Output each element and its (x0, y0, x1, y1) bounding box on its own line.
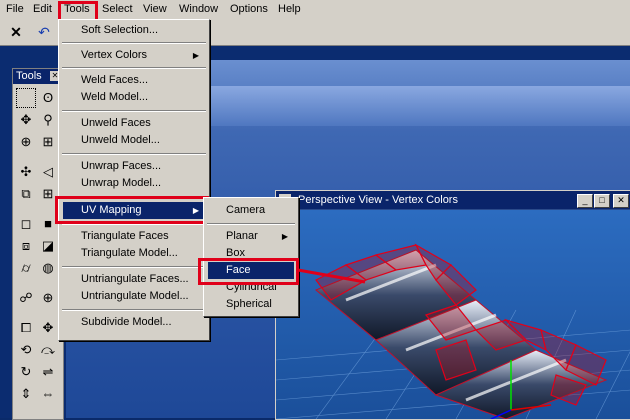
menu-view[interactable]: View (141, 2, 169, 17)
menu-separator (62, 67, 206, 69)
menu-help[interactable]: Help (276, 2, 303, 17)
submenu-item-spherical[interactable]: Spherical (208, 296, 294, 313)
menu-item-label: Unweld Model... (81, 134, 160, 146)
flip-icon[interactable]: ⇌ (38, 362, 58, 382)
menu-options[interactable]: Options (228, 2, 270, 17)
rect-select-icon[interactable] (16, 88, 36, 108)
sphere-icon[interactable]: ◍ (38, 258, 58, 278)
zoom-extents-icon[interactable]: ⊞ (38, 132, 58, 152)
submenu-arrow-icon: ▶ (192, 51, 199, 60)
menu-item-label: Unwrap Faces... (81, 160, 162, 172)
globe-icon[interactable]: ⊕ (38, 288, 58, 308)
undo-icon[interactable]: ↶ (34, 22, 54, 42)
menu-separator (62, 110, 206, 112)
menu-item-label: Unweld Faces (81, 117, 151, 129)
menu-item-unweld-faces[interactable]: Unweld Faces (63, 115, 205, 132)
menu-item-triangulate-faces[interactable]: Triangulate Faces (63, 228, 205, 245)
wedge-icon[interactable]: ◪ (38, 236, 58, 256)
perspective-view-title: Perspective View - Vertex Colors (298, 194, 458, 206)
lasso-icon[interactable]: ʘ (38, 88, 58, 108)
delete-icon[interactable]: ✕ (6, 22, 26, 42)
menu-window[interactable]: Window (177, 2, 220, 17)
cylinder-icon[interactable]: ⌭ (16, 258, 36, 278)
uv-mapping-highlight (55, 196, 209, 224)
vertex-icon[interactable]: ✣ (16, 162, 36, 182)
menu-file[interactable]: File (4, 2, 26, 17)
menu-separator (207, 223, 295, 225)
link-icon[interactable]: ☍ (16, 288, 36, 308)
mesh-render (276, 210, 630, 419)
menu-separator (62, 309, 206, 311)
menu-item-weld-faces[interactable]: Weld Faces... (63, 72, 205, 89)
menu-item-vertex-colors[interactable]: Vertex Colors ▶ (63, 47, 205, 64)
callout-line (297, 268, 366, 284)
face-item-highlight (198, 258, 299, 285)
menu-item-label: Camera (226, 204, 266, 216)
menu-item-triangulate-model[interactable]: Triangulate Model... (63, 245, 205, 262)
bend-icon[interactable]: ⤼ (38, 340, 58, 360)
rotate-icon[interactable]: ⟲ (16, 340, 36, 360)
menu-item-weld-model[interactable]: Weld Model... (63, 89, 205, 106)
menu-item-label: Triangulate Faces (81, 230, 169, 242)
submenu-arrow-icon: ▶ (281, 232, 288, 241)
menu-item-untriangulate-model[interactable]: Untriangulate Model... (63, 288, 205, 305)
zoom-icon[interactable]: ⚲ (38, 110, 58, 130)
maximize-button[interactable]: □ (594, 194, 610, 208)
menu-select[interactable]: Select (100, 2, 135, 17)
menu-item-label: Untriangulate Faces... (81, 273, 189, 285)
menu-item-label: Untriangulate Model... (81, 290, 189, 302)
menu-item-unwrap-model[interactable]: Unwrap Model... (63, 175, 205, 192)
minimize-button[interactable]: _ (577, 194, 593, 208)
tools-palette: Tools ✕ ʘ ✥ ⚲ ⊕ ⊞ ✣ ◁ ⧉ ⊞ ◻ ■ ⧈ ◪ ⌭ ◍ ☍ … (12, 68, 64, 420)
menu-item-label: Unwrap Model... (81, 177, 162, 189)
uv-mapping-submenu: Camera Planar ▶ Box Face Cylindrical Sphe… (203, 197, 299, 317)
tools-palette-title: Tools (16, 70, 42, 82)
menu-item-untriangulate-faces[interactable]: Untriangulate Faces... (63, 271, 205, 288)
submenu-item-planar[interactable]: Planar ▶ (208, 228, 294, 245)
submenu-item-camera[interactable]: Camera (208, 202, 294, 219)
face-icon[interactable]: ⧉ (16, 184, 36, 204)
menu-item-label: Weld Faces... (81, 74, 149, 86)
menu-separator (62, 42, 206, 44)
tools-palette-titlebar: Tools ✕ (13, 69, 63, 84)
zoom-window-icon[interactable]: ⊕ (16, 132, 36, 152)
pointer-icon[interactable]: ◁ (38, 162, 58, 182)
perspective-viewport[interactable] (276, 210, 630, 419)
scale-icon[interactable]: ⧠ (16, 318, 36, 338)
menu-edit[interactable]: Edit (31, 2, 54, 17)
scale-vertical-icon[interactable]: ⇕ (16, 384, 36, 404)
transform-icon[interactable]: ✥ (38, 318, 58, 338)
perspective-view-titlebar[interactable]: ▤ Perspective View - Vertex Colors _ □ ✕ (276, 191, 630, 209)
menu-item-label: Triangulate Model... (81, 247, 178, 259)
menu-item-label: Planar (226, 230, 258, 242)
menu-item-unweld-model[interactable]: Unweld Model... (63, 132, 205, 149)
menu-item-label: Soft Selection... (81, 24, 159, 36)
perspective-view-window: ▤ Perspective View - Vertex Colors _ □ ✕ (275, 190, 630, 420)
tools-dropdown-menu: Soft Selection... Vertex Colors ▶ Weld Fa… (58, 19, 210, 341)
scale-horizontal-icon[interactable]: ⇔ (38, 384, 58, 404)
menu-item-label: Vertex Colors (81, 49, 148, 61)
menu-item-label: Subdivide Model... (81, 316, 172, 328)
plane-icon[interactable]: ◻ (16, 214, 36, 234)
menu-item-subdivide-model[interactable]: Subdivide Model... (63, 314, 205, 331)
menu-item-soft-selection[interactable]: Soft Selection... (63, 22, 205, 39)
menu-item-label: Weld Model... (81, 91, 149, 103)
rotate-cw-icon[interactable]: ↻ (16, 362, 36, 382)
menu-separator (62, 153, 206, 155)
move-icon[interactable]: ✥ (16, 110, 36, 130)
menu-item-label: Spherical (226, 298, 272, 310)
close-button[interactable]: ✕ (613, 194, 629, 208)
menu-item-unwrap-faces[interactable]: Unwrap Faces... (63, 158, 205, 175)
menu-separator (62, 266, 206, 268)
box-icon[interactable]: ⧈ (16, 236, 36, 256)
